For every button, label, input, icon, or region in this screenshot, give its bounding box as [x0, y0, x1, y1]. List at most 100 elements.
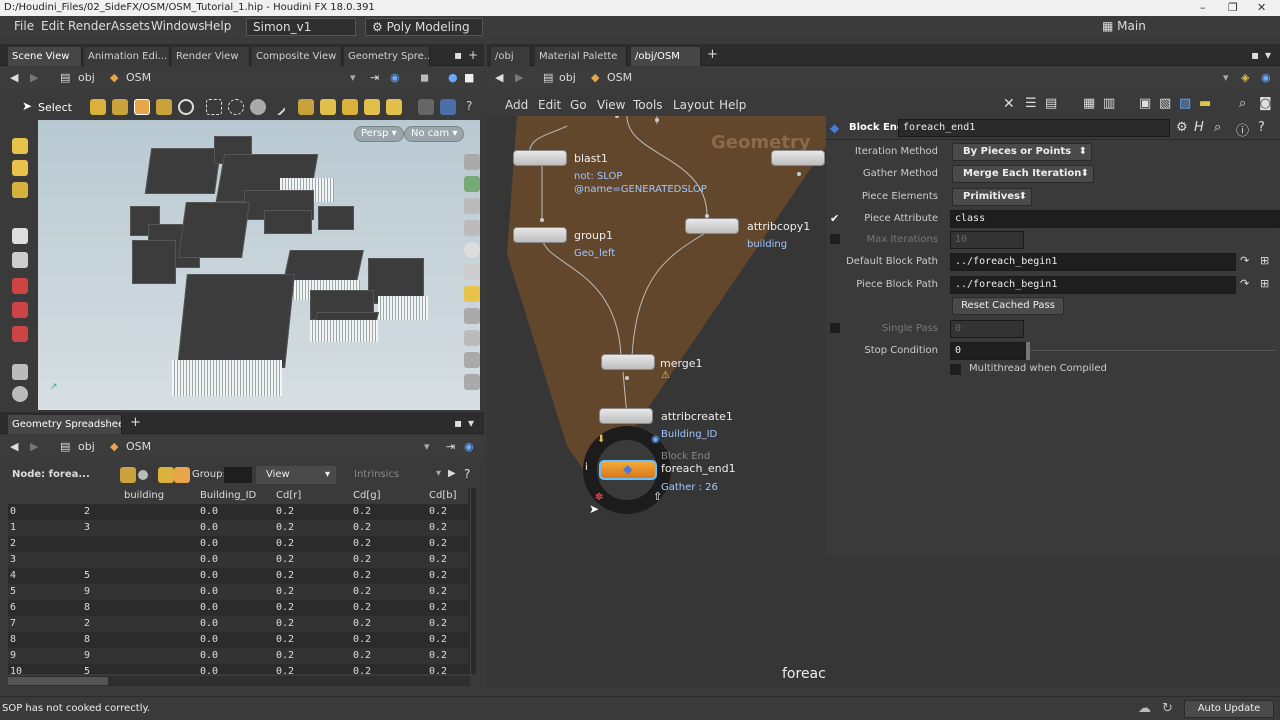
snap-icon[interactable] [440, 99, 456, 115]
auto-update-menu[interactable]: Auto Update [1184, 700, 1274, 718]
network-menu-add[interactable]: Add [505, 98, 528, 112]
help-icon[interactable]: ? [466, 99, 472, 113]
network-menu-help[interactable]: Help [719, 98, 746, 112]
menu-file[interactable]: File [14, 19, 34, 33]
node-name-field[interactable]: foreach_end1 [898, 119, 1170, 137]
table-row[interactable]: 4 5 0.0 0.2 0.2 0.2 [8, 568, 468, 584]
node-chooser-icon[interactable]: ⊞ [1260, 254, 1269, 267]
horizontal-scrollbar[interactable] [8, 676, 470, 686]
pin-icon[interactable]: ⇥ [370, 71, 379, 84]
vertices-icon[interactable] [138, 470, 148, 480]
tab-material-palette[interactable]: Material Palette [535, 47, 627, 66]
select-visible-icon[interactable] [320, 99, 336, 115]
table-row[interactable]: 8 8 0.0 0.2 0.2 0.2 [8, 632, 468, 648]
tab-composite-view[interactable]: Composite View [252, 47, 342, 66]
light-icon[interactable] [464, 264, 480, 280]
path-node[interactable]: OSM [126, 71, 151, 84]
select-group-icon[interactable] [298, 99, 314, 115]
tab-obj[interactable]: /obj [491, 47, 531, 66]
table-row[interactable]: 9 9 0.0 0.2 0.2 0.2 [8, 648, 468, 664]
network-menu-edit[interactable]: Edit [538, 98, 561, 112]
render-region-icon[interactable] [464, 352, 480, 368]
stop-condition-slider-track[interactable] [1030, 350, 1276, 351]
group-field[interactable] [224, 467, 252, 483]
path-dropdown-icon[interactable]: ▾ [424, 440, 430, 453]
component-icon[interactable] [90, 99, 106, 115]
lock-tool-icon[interactable] [12, 252, 28, 268]
path-node[interactable]: OSM [126, 440, 151, 453]
help-icon[interactable]: ? [1258, 120, 1265, 135]
lightbulb-icon[interactable] [464, 286, 480, 302]
forward-arrow-icon[interactable]: ▶ [30, 71, 38, 84]
network-box-icon[interactable]: ▣ [1139, 96, 1151, 111]
col-cd-r[interactable]: Cd[r] [276, 488, 301, 504]
attribcopy1-node[interactable] [685, 218, 739, 234]
primitive-select-icon[interactable] [112, 99, 128, 115]
info-icon[interactable]: i [585, 462, 588, 473]
node-chooser-icon[interactable]: ⊞ [1260, 277, 1269, 290]
pin-icon[interactable]: ⇥ [446, 440, 455, 453]
sticky-note-icon[interactable]: ▧ [1159, 96, 1171, 111]
table-row[interactable]: 1 3 0.0 0.2 0.2 0.2 [8, 520, 468, 536]
menu-assets[interactable]: Assets [111, 19, 150, 33]
select-label[interactable]: Select [38, 101, 72, 114]
path-root[interactable]: obj [559, 71, 576, 84]
path-node[interactable]: OSM [607, 71, 632, 84]
network-lower-area[interactable] [826, 556, 1280, 688]
camera-icon[interactable]: ◙ [1259, 96, 1272, 111]
pane-more-icon[interactable]: ▾ [468, 416, 474, 430]
back-arrow-icon[interactable]: ◀ [10, 71, 18, 84]
intrinsics-label[interactable]: Intrinsics [354, 469, 399, 480]
table-row[interactable]: 3 0.0 0.2 0.2 0.2 [8, 552, 468, 568]
sphere-icon[interactable]: ● [448, 71, 458, 84]
group1-node[interactable] [513, 227, 567, 243]
attribcreate1-node[interactable] [599, 408, 653, 424]
primitives-icon[interactable] [158, 467, 174, 483]
col-building[interactable]: building [124, 488, 164, 504]
pane-menu-icon[interactable]: ▪ [454, 416, 462, 430]
tab-scene-view[interactable]: Scene View [8, 47, 82, 66]
box-select-icon[interactable] [206, 99, 222, 115]
table-row[interactable]: 2 0.0 0.2 0.2 0.2 [8, 536, 468, 552]
cloud-icon[interactable]: ☁ [1138, 701, 1151, 716]
search-icon[interactable]: ⌕ [1214, 120, 1221, 135]
cube-icon[interactable]: ◼ [420, 71, 429, 84]
path-dropdown-icon[interactable]: ▾ [1223, 71, 1229, 84]
select-crown-icon[interactable] [386, 99, 402, 115]
jump-icon[interactable]: ↷ [1240, 254, 1249, 267]
tab-animation-editor[interactable]: Animation Edi... [84, 47, 170, 66]
pane-menu-icon[interactable]: ▪ [1251, 48, 1259, 62]
menu-render[interactable]: Render [68, 19, 111, 33]
shading-icon[interactable] [464, 242, 480, 258]
rotate-icon[interactable] [178, 99, 194, 115]
wrench-icon[interactable]: ✕ [1003, 96, 1015, 112]
network-editor[interactable]: Geometry blast1 not: SLOP @name=GENERATE… [487, 116, 1001, 688]
multithread-checkbox[interactable] [950, 364, 961, 375]
path-root[interactable]: obj [78, 71, 95, 84]
network-menu-layout[interactable]: Layout [673, 98, 714, 112]
desktop-selector[interactable]: Simon_v1 [246, 18, 356, 36]
tab-obj-osm[interactable]: /obj/OSM [631, 47, 701, 66]
stop-condition-slider-handle[interactable] [1026, 342, 1030, 360]
play-icon[interactable]: ▶ [448, 468, 456, 479]
view-menu[interactable]: View ▾ [256, 466, 336, 484]
close-icon[interactable]: ✕ [1257, 0, 1266, 16]
display-flag-icon[interactable]: ◉ [651, 434, 660, 445]
table-row[interactable]: 5 9 0.0 0.2 0.2 0.2 [8, 584, 468, 600]
refresh-icon[interactable]: ↻ [1162, 701, 1173, 716]
select-arrow-icon[interactable]: ➤ [22, 99, 32, 113]
network-menu-view[interactable]: View [597, 98, 625, 112]
main-desk-selector[interactable]: ▦ Main [1096, 18, 1276, 36]
view-arrow-icon[interactable] [12, 228, 28, 244]
add-tab-plus-icon[interactable]: + [468, 48, 478, 62]
table-row[interactable]: 10 5 0.0 0.2 0.2 0.2 [8, 664, 468, 674]
magnet-icon[interactable] [12, 278, 28, 294]
vertical-scrollbar[interactable] [470, 488, 476, 674]
select-whole-icon[interactable] [364, 99, 380, 115]
link-icon[interactable]: ◉ [390, 71, 400, 84]
display-options-icon[interactable] [12, 364, 28, 380]
merge1-node[interactable] [601, 354, 655, 370]
menu-windows[interactable]: Windows [151, 19, 205, 33]
square-icon[interactable]: ■ [464, 71, 474, 84]
maximize-icon[interactable]: ❐ [1228, 0, 1238, 16]
